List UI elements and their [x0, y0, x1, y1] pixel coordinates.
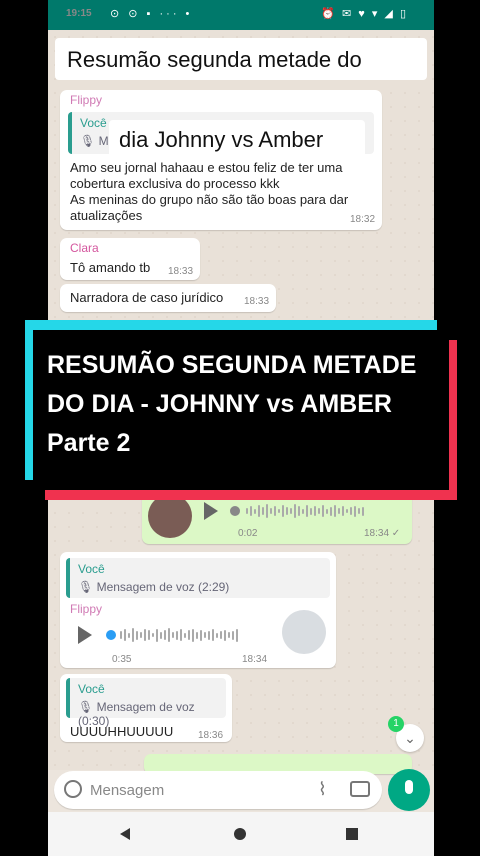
caption-line-1: Resumão segunda metade do — [55, 38, 427, 80]
sender-name: Flippy — [70, 602, 103, 616]
message-time: 18:34 — [242, 654, 268, 665]
chevron-down-icon: ⌄ — [404, 730, 416, 746]
mic-button[interactable] — [388, 769, 430, 811]
quote-author: Você — [78, 562, 105, 576]
voice-duration: 0:02 — [238, 528, 258, 539]
message-reply-text[interactable]: Você 🎙 Mensagem de voz (0:30) UUUUHHUUUU… — [60, 674, 232, 742]
camera-icon[interactable] — [350, 781, 370, 797]
message-text: Tô amando tb — [70, 260, 151, 275]
status-bar: 19:15 ⊙ ⊙ ▪ ··· • ⏰ ✉ ♥ ▾ ◢ ▯ — [48, 0, 434, 30]
avatar — [148, 494, 192, 538]
notification-icons: ⊙ ⊙ ▪ ··· • — [110, 8, 193, 20]
home-icon[interactable] — [234, 828, 246, 840]
message-text: Amo seu jornal hahaau e estou feliz de t… — [70, 160, 349, 223]
system-nav-bar — [48, 812, 434, 856]
back-icon[interactable] — [120, 828, 130, 840]
quote-author: Você — [78, 682, 105, 696]
audio-waveform[interactable] — [246, 503, 364, 519]
voice-duration: 0:35 — [112, 654, 132, 665]
video-caption: Resumão segunda metade do dia Johnny vs … — [55, 38, 427, 160]
unread-badge: 1 — [388, 716, 404, 732]
playback-position-dot[interactable] — [106, 630, 116, 640]
message-time: 18:32 — [350, 214, 376, 225]
sender-name: Clara — [70, 241, 99, 255]
message-text: Narradora de caso jurídico — [70, 290, 224, 305]
audio-waveform[interactable] — [120, 627, 238, 643]
message-time: 18:33 — [168, 266, 194, 277]
message-time: 18:33 — [244, 296, 270, 307]
message-time: 18:34 ✓ — [364, 528, 401, 539]
message-input[interactable]: Mensagem — [90, 782, 164, 799]
play-icon[interactable] — [204, 502, 218, 520]
message-text: UUUUHHUUUUU — [70, 724, 174, 739]
attach-icon[interactable]: ⌇ — [318, 779, 327, 800]
overlay-title: RESUMÃO SEGUNDA METADE DO DIA - JOHNNY v… — [47, 351, 417, 457]
message-clara[interactable]: Clara Tô amando tb 18:33 — [60, 238, 200, 280]
playback-position-dot[interactable] — [230, 506, 240, 516]
avatar — [282, 610, 326, 654]
quoted-voice-message[interactable]: Você 🎙 Mensagem de voz (2:29) — [66, 558, 330, 598]
message-input-bar[interactable]: Mensagem ⌇ — [54, 771, 382, 809]
quoted-voice-message[interactable]: Você 🎙 Mensagem de voz (0:30) — [66, 678, 226, 728]
message-time: 18:36 — [198, 730, 224, 741]
title-overlay: RESUMÃO SEGUNDA METADE DO DIA - JOHNNY v… — [25, 320, 457, 500]
system-icons: ⏰ ✉ ♥ ▾ ◢ ▯ — [321, 8, 408, 20]
emoji-icon[interactable] — [64, 780, 82, 798]
message-voice-reply[interactable]: Você 🎙 Mensagem de voz (2:29) Flippy 0:3… — [60, 552, 336, 668]
quote-text: 🎙 Mensagem de voz (2:29) — [78, 580, 230, 594]
caption-line-2: dia Johnny vs Amber — [109, 120, 365, 160]
recents-icon[interactable] — [346, 828, 358, 840]
play-icon[interactable] — [78, 626, 92, 644]
status-time: 19:15 — [66, 8, 92, 19]
mic-icon — [405, 780, 413, 794]
message-continuation[interactable]: Narradora de caso jurídico 18:33 — [60, 284, 276, 312]
